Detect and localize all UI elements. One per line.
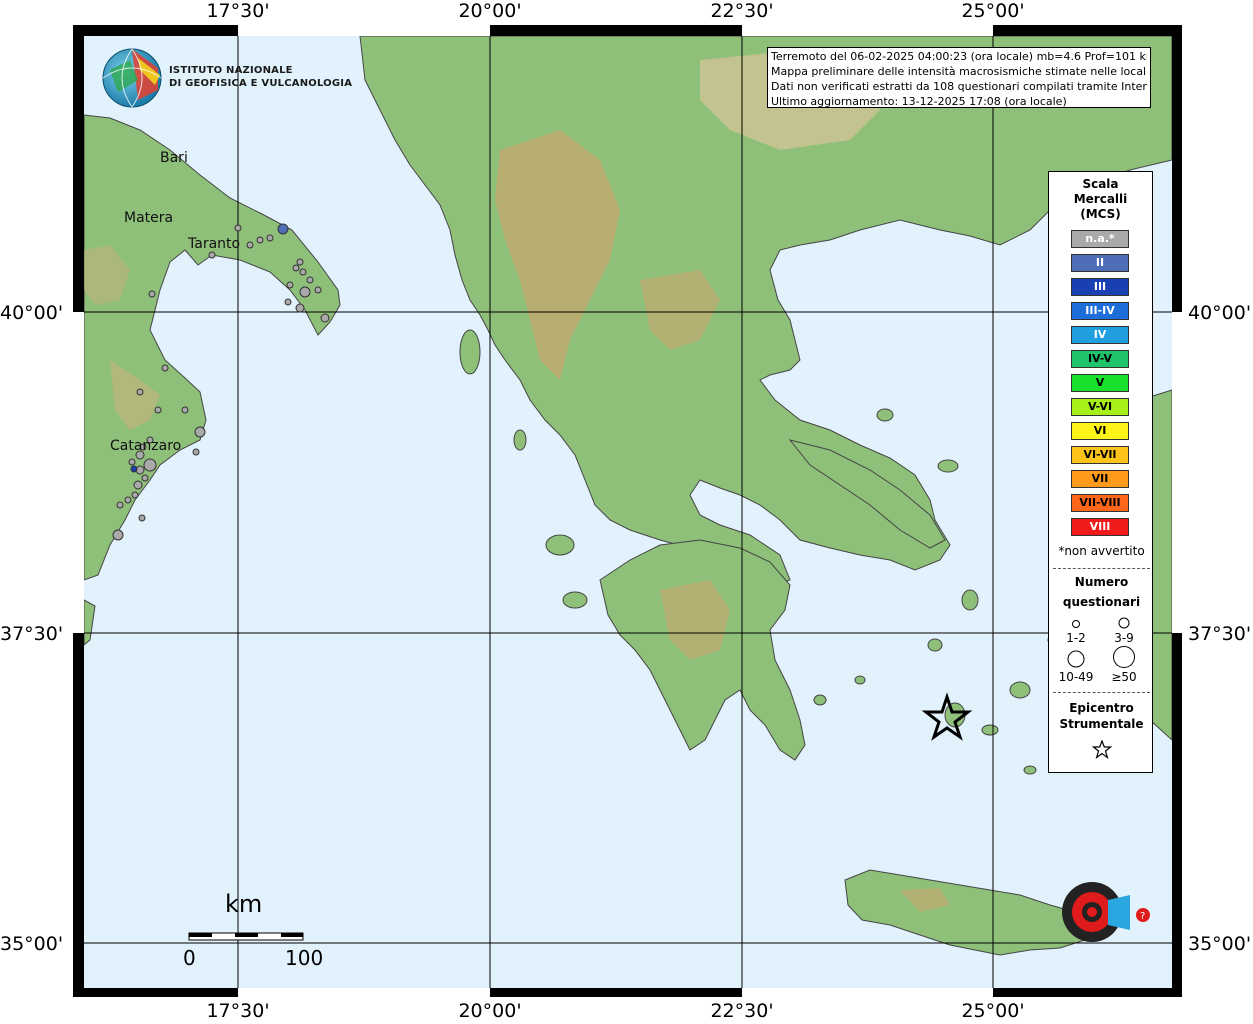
- observation-intensity-iii: [130, 465, 138, 473]
- lon-label-top-4: 25°00': [961, 0, 1025, 22]
- lon-label-top-3: 22°30': [710, 0, 774, 22]
- legend-class-iv-v: IV-V: [1071, 350, 1129, 368]
- legend-class-n-a: n.a.*: [1071, 230, 1129, 248]
- count-label-3: 10-49: [1058, 670, 1094, 684]
- epicenter-legend-star-icon: [1092, 740, 1112, 760]
- city-label-taranto: Taranto: [188, 236, 241, 252]
- count-label-1: 1-2: [1066, 631, 1086, 645]
- lon-label-bottom-2: 20°00': [458, 1000, 522, 1022]
- event-info-box: Terremoto del 06-02-2025 04:00:23 (ora l…: [767, 47, 1151, 108]
- legend-class-vi: VI: [1071, 422, 1129, 440]
- legend-class-iii-iv: III-IV: [1071, 302, 1129, 320]
- scale-bar-start: 0: [183, 946, 196, 970]
- count-label-2: 3-9: [1114, 631, 1134, 645]
- institute-name: ISTITUTO NAZIONALE DI GEOFISICA E VULCAN…: [169, 65, 353, 89]
- scale-bar-end: 100: [285, 946, 324, 970]
- legend-class-vii: VII: [1071, 470, 1129, 488]
- legend-class-ii: II: [1071, 254, 1129, 272]
- lon-label-bottom-3: 22°30': [710, 1000, 774, 1022]
- not-felt-note: *non avvertito: [1058, 544, 1145, 558]
- legend-panel: Scala Mercalli (MCS) n.a.* II III III-IV IV I…: [1048, 171, 1153, 773]
- legend-title: Scala Mercalli (MCS): [1073, 177, 1128, 221]
- count-symbol-3-9: [1118, 617, 1130, 629]
- lon-label-top-1: 17°30': [206, 0, 270, 22]
- city-label-catanzaro: Catanzaro: [110, 438, 182, 454]
- event-info-line-3: Dati non verificati estratti da 108 ques…: [771, 80, 1147, 93]
- lat-label-left-3: 35°00': [0, 933, 64, 955]
- legend-class-v: V: [1071, 374, 1129, 392]
- city-label-matera: Matera: [124, 210, 174, 226]
- lon-label-top-2: 20°00': [458, 0, 522, 22]
- legend-class-viii: VIII: [1071, 518, 1129, 536]
- legend-class-vi-vii: VI-VII: [1071, 446, 1129, 464]
- event-info-line-2: Mappa preliminare delle intensità macros…: [771, 65, 1147, 78]
- count-symbol-1-2: [1072, 620, 1080, 628]
- lat-label-right-2: 37°30': [1188, 623, 1252, 645]
- count-label-4: ≥50: [1111, 670, 1137, 684]
- count-symbol-10-49: [1067, 650, 1085, 668]
- svg-text:?: ?: [1140, 911, 1145, 922]
- legend-class-iv: IV: [1071, 326, 1129, 344]
- city-label-bari: Bari: [160, 150, 188, 166]
- observation-intensity-ii: [277, 223, 289, 235]
- legend-class-vii-viii: VII-VIII: [1071, 494, 1129, 512]
- scale-bar-unit: km: [225, 890, 263, 918]
- ingv-logo: [102, 48, 162, 108]
- lon-label-bottom-1: 17°30': [206, 1000, 270, 1022]
- lat-label-left-2: 37°30': [0, 623, 64, 645]
- event-info-line-4: Ultimo aggiornamento: 13-12-2025 17:08 (…: [771, 95, 1067, 108]
- lat-label-right-3: 35°00': [1188, 933, 1252, 955]
- lat-label-right-1: 40°00': [1188, 302, 1252, 324]
- lon-label-bottom-4: 25°00': [961, 1000, 1025, 1022]
- lat-label-left-1: 40°00': [0, 302, 64, 324]
- scale-bar: [188, 932, 304, 941]
- count-symbol-50: [1113, 646, 1135, 668]
- legend-class-iii: III: [1071, 278, 1129, 296]
- count-title: Numero questionari: [1062, 575, 1141, 609]
- legend-class-v-vi: V-VI: [1071, 398, 1129, 416]
- event-info-line-1: Terremoto del 06-02-2025 04:00:23 (ora l…: [771, 50, 1147, 63]
- epicenter-title: Epicentro Strumentale: [1059, 701, 1144, 731]
